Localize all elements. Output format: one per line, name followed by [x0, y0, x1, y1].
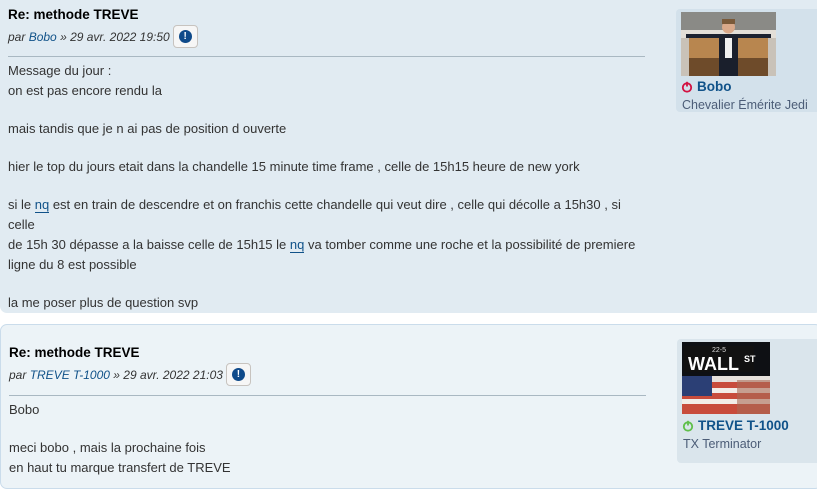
content-line: si le nq est en train de descendre et on…	[8, 195, 645, 235]
text-span: est en train de descendre et on franchis…	[8, 197, 621, 232]
content-line: mais tandis que je n ai pas de position …	[8, 121, 287, 136]
author-by: par	[8, 29, 26, 44]
post-author-line: par Bobo » 29 avr. 2022 19:50 !	[8, 25, 198, 48]
report-icon: !	[231, 368, 245, 381]
text-span: si le	[8, 197, 35, 212]
profile-rank: TX Terminator	[683, 437, 762, 451]
text-span: va tomber comme une roche et la possibil…	[304, 237, 636, 252]
post-profile: Bobo Chevalier Émérite Jedi	[676, 9, 817, 112]
content-line: Message du jour :	[8, 63, 112, 78]
content-line: en haut tu marque transfert de TREVE	[9, 460, 231, 475]
report-icon: !	[178, 30, 192, 43]
profile-username[interactable]: TREVE T-1000	[698, 418, 789, 433]
power-icon	[681, 81, 693, 93]
avatar-sign-suffix: ST	[744, 354, 756, 364]
content-line: hier le top du jours etait dans la chand…	[8, 159, 580, 174]
post-content: Message du jour : on est pas encore rend…	[8, 61, 645, 313]
post-title[interactable]: Re: methode TREVE	[9, 345, 140, 360]
post-content: Bobo meci bobo , mais la prochaine fois …	[9, 400, 646, 478]
avatar-sign-number: 22-5	[712, 347, 726, 354]
profile-username-line: Bobo	[681, 79, 732, 94]
content-line: on est pas encore rendu la	[8, 83, 162, 98]
author-link[interactable]: TREVE T-1000	[30, 368, 110, 382]
separator	[8, 56, 645, 57]
profile-username-line: TREVE T-1000	[682, 418, 789, 433]
post-2: Re: methode TREVE par TREVE T-1000 » 29 …	[0, 324, 817, 489]
post-1: Re: methode TREVE par Bobo » 29 avr. 202…	[0, 0, 817, 313]
content-line: la me poser plus de question svp	[8, 295, 199, 310]
keyword-link[interactable]: nq	[34, 197, 50, 213]
post-date: » 29 avr. 2022 19:50	[60, 29, 170, 44]
content-line: de 15h 30 dépasse a la baisse celle de 1…	[8, 235, 645, 255]
content-line: Bobo	[9, 402, 40, 417]
post-title[interactable]: Re: methode TREVE	[8, 7, 139, 22]
post-author-line: par TREVE T-1000 » 29 avr. 2022 21:03 !	[9, 363, 251, 386]
author-by: par	[9, 367, 27, 382]
profile-rank: Chevalier Émérite Jedi	[682, 98, 808, 112]
keyword-link[interactable]: nq	[289, 237, 305, 253]
avatar-sign-text: WALL	[688, 354, 739, 374]
author-link[interactable]: Bobo	[29, 30, 57, 44]
post-date: » 29 avr. 2022 21:03	[113, 367, 223, 382]
content-line: ligne du 8 est possible	[8, 257, 137, 272]
avatar[interactable]: 22-5 WALL ST	[682, 342, 770, 414]
avatar[interactable]	[681, 12, 776, 76]
profile-username[interactable]: Bobo	[697, 79, 732, 94]
report-button[interactable]: !	[172, 25, 198, 48]
content-line: meci bobo , mais la prochaine fois	[9, 440, 206, 455]
text-span: de 15h 30 dépasse a la baisse celle de 1…	[8, 237, 290, 252]
separator	[9, 395, 646, 396]
power-icon	[682, 420, 694, 432]
post-profile: 22-5 WALL ST TREVE T-1000 TX Terminator	[677, 339, 817, 463]
report-button[interactable]: !	[225, 363, 251, 386]
